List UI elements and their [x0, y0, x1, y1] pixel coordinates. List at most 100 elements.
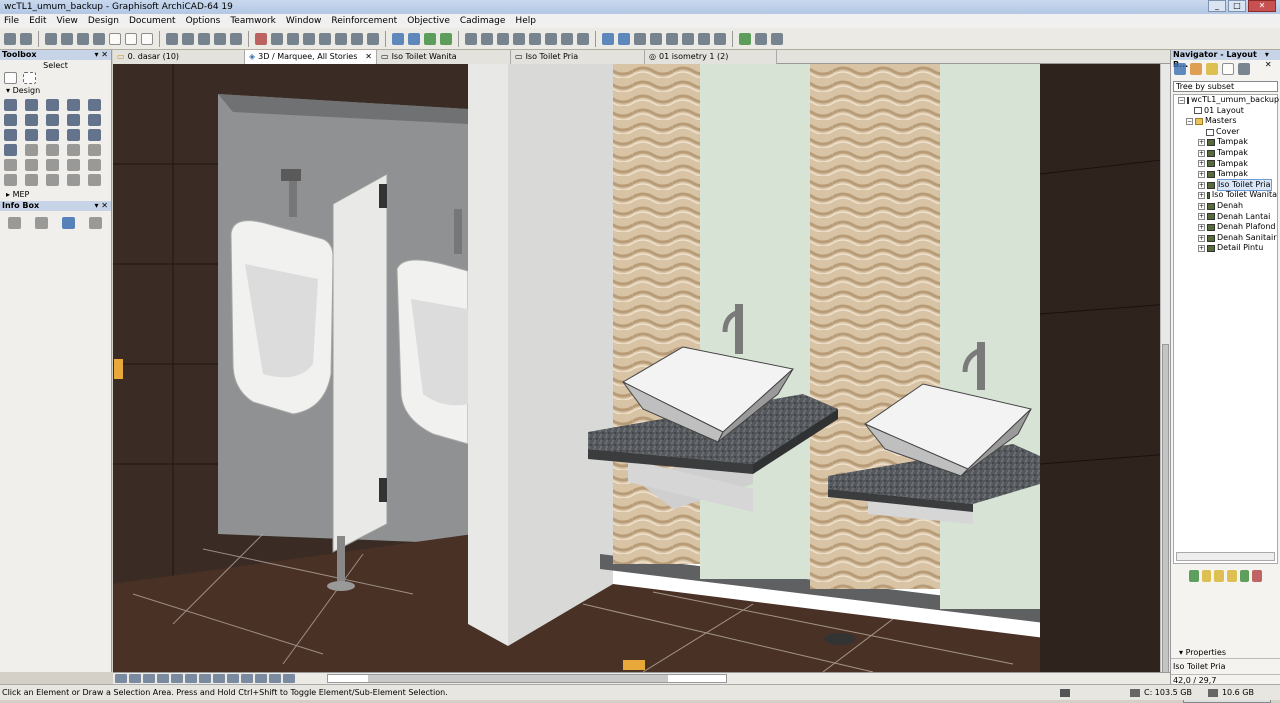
cutting-planes-icon[interactable]: [602, 32, 614, 45]
level-dimension-icon[interactable]: [46, 144, 59, 156]
mesh-icon[interactable]: [545, 32, 557, 45]
elevation-tool-icon[interactable]: [67, 174, 80, 186]
arrow-tool-icon[interactable]: [166, 32, 178, 45]
snap-guides-icon[interactable]: [109, 32, 121, 45]
navigator-close-icon[interactable]: ▾ ✕: [1265, 50, 1277, 69]
detail-tool-icon[interactable]: [88, 174, 101, 186]
tree-root[interactable]: − wcTL1_umum_backup: [1174, 95, 1279, 106]
arc-tool-icon[interactable]: [25, 159, 38, 171]
close-button[interactable]: ✕: [1248, 0, 1276, 12]
undo-icon[interactable]: [4, 32, 16, 45]
shell-icon[interactable]: [513, 32, 525, 45]
gravity-icon[interactable]: [141, 32, 153, 45]
zone-tool-icon[interactable]: [88, 129, 101, 141]
roof-tool-icon[interactable]: [4, 129, 17, 141]
infobox-close-icon[interactable]: ▾ ✕: [94, 201, 108, 211]
organizer-icon[interactable]: [1238, 63, 1250, 75]
navigate-view-icon[interactable]: [269, 674, 281, 683]
zoom-dynamic-icon[interactable]: [283, 674, 295, 683]
rotate-icon[interactable]: [271, 32, 283, 45]
minimize-button[interactable]: _: [1208, 0, 1226, 12]
publisher-sets-icon[interactable]: [1222, 63, 1234, 75]
menu-reinforcement[interactable]: Reinforcement: [331, 16, 397, 26]
slab-icon[interactable]: [497, 32, 509, 45]
left-splitter-handle[interactable]: [114, 359, 123, 379]
dimension-tool-icon[interactable]: [25, 144, 38, 156]
menu-cadimage[interactable]: Cadimage: [460, 16, 506, 26]
publish-icon[interactable]: [739, 32, 751, 45]
bottom-splitter-handle[interactable]: [623, 660, 645, 670]
section-tool-icon[interactable]: [46, 174, 59, 186]
next-view-icon[interactable]: [199, 674, 211, 683]
skylight-tool-icon[interactable]: [46, 129, 59, 141]
tab-3d[interactable]: ◈ 3D / Marquee, All Stories ✕: [245, 50, 377, 64]
refresh-icon[interactable]: [1239, 570, 1250, 582]
mesh-tool-icon[interactable]: [4, 144, 17, 156]
tree-item-denah-plafond[interactable]: + Denah Plafond: [1174, 222, 1277, 233]
menu-document[interactable]: Document: [129, 16, 176, 26]
menu-options[interactable]: Options: [186, 16, 221, 26]
panel-close-icon[interactable]: ▾ ✕: [94, 50, 108, 60]
menu-file[interactable]: File: [4, 16, 19, 26]
menu-edit[interactable]: Edit: [29, 16, 46, 26]
explore-icon[interactable]: [424, 32, 436, 45]
tree-item-tampak-2[interactable]: + Tampak: [1174, 148, 1277, 159]
camera-icon[interactable]: [771, 32, 783, 45]
object-icon[interactable]: [577, 32, 589, 45]
shading-icon[interactable]: [650, 32, 662, 45]
previous-view-icon[interactable]: [185, 674, 197, 683]
render-icon[interactable]: [698, 32, 710, 45]
new-layout-icon[interactable]: [1189, 570, 1199, 582]
arrow-select-icon[interactable]: [4, 72, 17, 84]
adjust-icon[interactable]: [367, 32, 379, 45]
door-tool-icon[interactable]: [88, 99, 101, 111]
window-tool-icon[interactable]: [67, 99, 80, 111]
wall-tool-icon[interactable]: [4, 99, 17, 111]
new-master-icon[interactable]: [1201, 570, 1212, 582]
person-icon[interactable]: [755, 32, 767, 45]
tree-item-tampak-1[interactable]: + Tampak: [1174, 137, 1277, 148]
fly-through-icon[interactable]: [714, 32, 726, 45]
railing-tool-icon[interactable]: [46, 114, 59, 126]
properties-header[interactable]: ▾ Properties: [1171, 647, 1280, 658]
tree-item-denah-sanitair[interactable]: + Denah Sanitair: [1174, 233, 1277, 244]
cursor-icon[interactable]: [89, 217, 102, 229]
polyline-tool-icon[interactable]: [46, 159, 59, 171]
tree-item-denah-lantai[interactable]: + Denah Lantai: [1174, 212, 1277, 223]
3d-style-icon[interactable]: [241, 674, 253, 683]
navigate-icon[interactable]: [440, 32, 452, 45]
toolbox-design-label[interactable]: ▾ Design: [0, 85, 111, 96]
horizontal-scroll-thumb[interactable]: [368, 675, 668, 682]
magic-wand-icon[interactable]: [230, 32, 242, 45]
fit-in-window-icon[interactable]: [143, 674, 155, 683]
menu-window[interactable]: Window: [286, 16, 322, 26]
renovation-icon[interactable]: [93, 32, 105, 45]
stretch-icon[interactable]: [319, 32, 331, 45]
sun-icon[interactable]: [666, 32, 678, 45]
wall-section-icon[interactable]: [465, 32, 477, 45]
zone-icon[interactable]: [561, 32, 573, 45]
orbit-view-icon[interactable]: [171, 674, 183, 683]
label-tool-icon[interactable]: [88, 144, 101, 156]
orbit-icon[interactable]: [408, 32, 420, 45]
tree-item-masters[interactable]: − Masters: [1174, 116, 1277, 127]
tree-item-tampak-3[interactable]: + Tampak: [1174, 159, 1277, 170]
marquee-tool-icon[interactable]: [182, 32, 194, 45]
object-tool-icon[interactable]: [67, 114, 80, 126]
tree-item-cover[interactable]: Cover: [1174, 127, 1277, 138]
drag-icon[interactable]: [287, 32, 299, 45]
horizontal-scrollbar[interactable]: [327, 674, 727, 683]
menu-objective[interactable]: Objective: [407, 16, 450, 26]
tab-close-icon[interactable]: ✕: [365, 50, 372, 64]
suspend-groups-icon[interactable]: [198, 32, 210, 45]
explore-mode-icon[interactable]: [227, 674, 239, 683]
pen-set-icon[interactable]: [61, 32, 73, 45]
toolbox-mep-label[interactable]: ▸ MEP: [0, 189, 111, 200]
tree-item-iso-toilet-pria[interactable]: + Iso Toilet Pria: [1174, 178, 1277, 192]
model-view-icon[interactable]: [77, 32, 89, 45]
quick-selection-icon[interactable]: [62, 217, 75, 229]
marquee-select-icon[interactable]: [23, 72, 36, 84]
new-subset-icon[interactable]: [1227, 570, 1237, 582]
vertical-scrollbar[interactable]: [1160, 64, 1170, 674]
zoom-in-icon[interactable]: [115, 674, 127, 683]
